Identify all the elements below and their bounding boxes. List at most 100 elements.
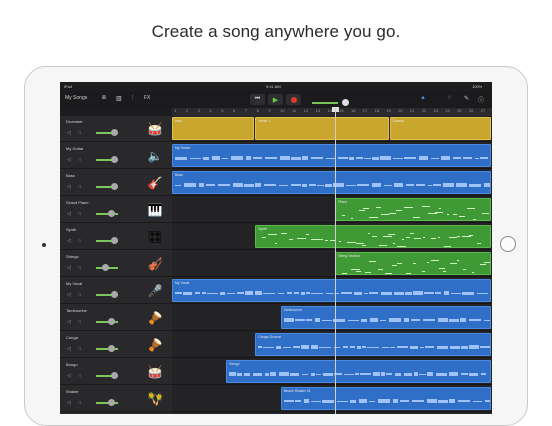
metronome-icon[interactable]: ▲ bbox=[420, 95, 426, 101]
track-header[interactable]: Grand Piano ◁ ∩ 🎹 bbox=[60, 197, 172, 223]
rewind-button[interactable]: ⏮ bbox=[250, 94, 265, 105]
track-volume-knob[interactable] bbox=[108, 210, 116, 217]
track-lane[interactable]: Tambourine bbox=[172, 305, 492, 331]
strings-icon[interactable]: 🎻 bbox=[146, 255, 164, 273]
solo-headphones-icon[interactable]: ∩ bbox=[78, 265, 82, 271]
track-lane[interactable]: My Guitar bbox=[172, 143, 492, 169]
mute-icon[interactable]: ◁ bbox=[67, 184, 71, 190]
mute-icon[interactable]: ◁ bbox=[67, 400, 71, 406]
tambourine-icon[interactable]: 🪘 bbox=[146, 309, 164, 327]
region[interactable]: Piano bbox=[335, 198, 491, 221]
region[interactable]: My Guitar bbox=[172, 144, 491, 167]
track-header[interactable]: My Guitar ◁ ∩ 🔈 bbox=[60, 143, 172, 169]
fx-button[interactable]: FX bbox=[144, 95, 150, 101]
track-header[interactable]: Strings ◁ ∩ 🎻 bbox=[60, 251, 172, 277]
track-header[interactable]: Shaker ◁ ∩ 🪇 bbox=[60, 386, 172, 412]
region[interactable]: Beach Shaker 01 bbox=[280, 387, 491, 410]
help-icon[interactable]: ⓘ bbox=[478, 95, 484, 104]
solo-headphones-icon[interactable]: ∩ bbox=[78, 211, 82, 217]
track-lane[interactable]: My Vocal bbox=[172, 278, 492, 304]
track-header[interactable]: Synth ◁ ∩ 🎛 bbox=[60, 224, 172, 250]
solo-headphones-icon[interactable]: ∩ bbox=[78, 157, 82, 163]
region[interactable]: Bongo bbox=[226, 360, 491, 383]
track-volume-knob[interactable] bbox=[108, 345, 116, 352]
region[interactable]: String Section bbox=[335, 252, 491, 275]
mute-icon[interactable]: ◁ bbox=[67, 265, 71, 271]
track-lane[interactable]: String Section bbox=[172, 251, 492, 277]
mute-icon[interactable]: ◁ bbox=[67, 319, 71, 325]
piano-icon[interactable]: 🎹 bbox=[146, 201, 164, 219]
track-header[interactable]: Tambourine ◁ ∩ 🪘 bbox=[60, 305, 172, 331]
master-volume-knob[interactable] bbox=[342, 99, 349, 106]
bongo-icon[interactable]: 🥁 bbox=[146, 363, 164, 381]
drum-machine-icon[interactable]: 🥁 bbox=[146, 120, 164, 138]
home-button[interactable] bbox=[500, 236, 516, 252]
track-volume-knob[interactable] bbox=[110, 183, 118, 190]
mute-icon[interactable]: ◁ bbox=[67, 373, 71, 379]
solo-headphones-icon[interactable]: ∩ bbox=[78, 373, 82, 379]
track-volume-knob[interactable] bbox=[110, 237, 118, 244]
amp-icon[interactable]: 🔈 bbox=[146, 147, 164, 165]
mute-icon[interactable]: ◁ bbox=[67, 238, 71, 244]
track-volume-knob[interactable] bbox=[108, 399, 116, 406]
wrench-icon[interactable]: ✎ bbox=[464, 95, 469, 102]
mute-icon[interactable]: ◁ bbox=[67, 346, 71, 352]
record-button[interactable] bbox=[286, 94, 301, 105]
waveform-segment bbox=[317, 184, 324, 186]
track-lane[interactable]: Synth bbox=[172, 224, 492, 250]
keyboard-icon[interactable]: ▥ bbox=[116, 95, 122, 102]
solo-headphones-icon[interactable]: ∩ bbox=[78, 238, 82, 244]
region[interactable]: Verse 1 bbox=[255, 117, 389, 140]
solo-headphones-icon[interactable]: ∩ bbox=[78, 346, 82, 352]
synth-icon[interactable]: 🎛 bbox=[146, 228, 164, 246]
track-volume-knob[interactable] bbox=[110, 156, 118, 163]
my-songs-button[interactable]: My Songs bbox=[65, 95, 87, 101]
conga-icon[interactable]: 🪘 bbox=[146, 336, 164, 354]
playhead[interactable] bbox=[335, 108, 336, 414]
track-lane[interactable]: Beach Shaker 01 bbox=[172, 386, 492, 412]
shaker-icon[interactable]: 🪇 bbox=[146, 390, 164, 408]
loop-icon[interactable]: ◌ bbox=[448, 95, 452, 101]
region[interactable]: Tambourine bbox=[280, 306, 491, 329]
region[interactable]: Synth bbox=[255, 225, 491, 248]
region[interactable]: Conga Groove bbox=[255, 333, 491, 356]
midi-note bbox=[439, 268, 446, 269]
microphone-icon[interactable]: 🎤 bbox=[146, 282, 164, 300]
track-header[interactable]: My Vocal ◁ ∩ 🎤 bbox=[60, 278, 172, 304]
track-volume-knob[interactable] bbox=[110, 291, 118, 298]
track-header[interactable]: Bongo ◁ ∩ 🥁 bbox=[60, 359, 172, 385]
track-lane[interactable]: Bongo bbox=[172, 359, 492, 385]
solo-headphones-icon[interactable]: ∩ bbox=[78, 400, 82, 406]
solo-headphones-icon[interactable]: ∩ bbox=[78, 130, 82, 136]
track-volume-knob[interactable] bbox=[110, 372, 118, 379]
mute-icon[interactable]: ◁ bbox=[67, 157, 71, 163]
track-lane[interactable]: Intro Verse 1 Chorus bbox=[172, 116, 492, 142]
browser-icon[interactable]: ⧈ bbox=[102, 95, 106, 102]
mute-icon[interactable]: ◁ bbox=[67, 211, 71, 217]
track-volume-knob[interactable] bbox=[110, 129, 118, 136]
track-name: My Vocal bbox=[66, 281, 83, 286]
solo-headphones-icon[interactable]: ∩ bbox=[78, 319, 82, 325]
play-button[interactable]: ▶ bbox=[268, 94, 283, 105]
region[interactable]: Chorus bbox=[389, 117, 491, 140]
mute-icon[interactable]: ◁ bbox=[67, 292, 71, 298]
track-header[interactable]: Drummer ◁ ∩ 🥁 bbox=[60, 116, 172, 142]
region[interactable]: My Vocal bbox=[172, 279, 491, 302]
track-lane[interactable]: Piano bbox=[172, 197, 492, 223]
track-lane[interactable]: Bass bbox=[172, 170, 492, 196]
track-header[interactable]: Bass ◁ ∩ 🎸 bbox=[60, 170, 172, 196]
region[interactable]: Bass bbox=[172, 171, 491, 194]
midi-note bbox=[275, 243, 278, 244]
solo-headphones-icon[interactable]: ∩ bbox=[78, 292, 82, 298]
region[interactable]: Intro bbox=[172, 117, 255, 140]
bass-guitar-icon[interactable]: 🎸 bbox=[146, 174, 164, 192]
waveform-segment bbox=[394, 291, 404, 295]
master-volume-slider[interactable] bbox=[312, 102, 338, 104]
track-volume-knob[interactable] bbox=[101, 264, 109, 271]
mute-icon[interactable]: ◁ bbox=[67, 130, 71, 136]
track-header[interactable]: Conga ◁ ∩ 🪘 bbox=[60, 332, 172, 358]
solo-headphones-icon[interactable]: ∩ bbox=[78, 184, 82, 190]
track-lane[interactable]: Conga Groove bbox=[172, 332, 492, 358]
track-volume-knob[interactable] bbox=[108, 318, 116, 325]
mixer-icon[interactable]: ⫶ bbox=[132, 95, 134, 102]
